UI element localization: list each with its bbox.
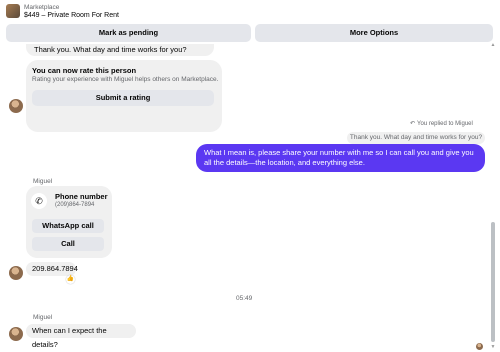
timestamp: 05:49 <box>236 295 253 302</box>
rating-card-subtitle: Rating your experience with Miguel helps… <box>32 76 219 83</box>
phone-card-title: Phone number <box>55 192 108 201</box>
listing-header: Marketplace $449 – Private Room For Rent <box>0 0 500 22</box>
rating-card: You can now rate this person Rating your… <box>26 60 222 132</box>
reply-label: You replied to Miguel <box>417 121 473 127</box>
marketplace-label: Marketplace <box>24 4 60 11</box>
reply-indicator: ↶ You replied to Miguel <box>410 120 473 127</box>
phone-icon: ✆ <box>31 193 47 209</box>
incoming-message: 209.864.7894 <box>26 262 78 276</box>
incoming-message: When can I expect the details? <box>26 324 136 349</box>
rating-card-title: You can now rate this person <box>32 66 137 75</box>
call-button[interactable]: Call <box>32 237 104 251</box>
sender-name: Miguel <box>33 178 53 185</box>
sender-name: Miguel <box>33 314 53 321</box>
phone-card-number: (209)864-7894 <box>55 202 95 208</box>
message-thread: Thank you. What day and time works for y… <box>0 42 490 352</box>
scroll-down-arrow-icon[interactable]: ▼ <box>490 344 496 350</box>
mark-as-pending-button[interactable]: Mark as pending <box>6 24 251 42</box>
miguel-avatar[interactable] <box>9 266 23 280</box>
reply-arrow-icon: ↶ <box>410 121 416 127</box>
incoming-message: Thank you. What day and time works for y… <box>26 44 214 56</box>
outgoing-message: What I mean is, please share your number… <box>196 144 485 172</box>
miguel-avatar[interactable] <box>9 99 23 113</box>
scrollbar-thumb[interactable] <box>491 222 495 342</box>
miguel-avatar[interactable] <box>9 327 23 341</box>
more-options-button[interactable]: More Options <box>255 24 493 42</box>
scroll-up-arrow-icon[interactable]: ▲ <box>490 42 496 48</box>
seen-indicator-avatar <box>476 343 483 350</box>
thread-scrollbar[interactable]: ▲ ▼ <box>490 42 496 352</box>
thumbs-up-reaction-icon[interactable]: 👍 <box>66 275 75 284</box>
phone-number-card: ✆ Phone number (209)864-7894 WhatsApp ca… <box>26 186 112 258</box>
listing-actions: Mark as pending More Options <box>6 24 493 42</box>
listing-thumbnail[interactable] <box>6 4 20 18</box>
whatsapp-call-button[interactable]: WhatsApp call <box>32 219 104 233</box>
listing-title[interactable]: $449 – Private Room For Rent <box>24 12 119 19</box>
submit-rating-button[interactable]: Submit a rating <box>32 90 214 106</box>
quoted-message[interactable]: Thank you. What day and time works for y… <box>347 132 485 144</box>
